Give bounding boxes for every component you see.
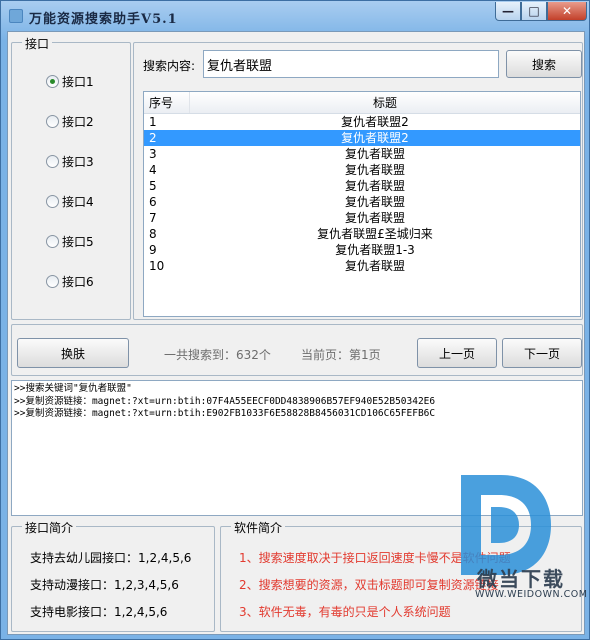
maximize-button[interactable]: □ bbox=[521, 2, 547, 21]
interface-radio[interactable]: 接口2 bbox=[46, 113, 94, 130]
row-title: 复仇者联盟2 bbox=[341, 115, 409, 129]
soft-intro-label: 软件简介 bbox=[231, 519, 286, 536]
row-number: 7 bbox=[149, 211, 157, 225]
header-title[interactable]: 标题 bbox=[190, 92, 580, 113]
row-number: 3 bbox=[149, 147, 157, 161]
search-input[interactable]: 复仇者联盟 bbox=[203, 50, 499, 78]
radio-label: 接口2 bbox=[62, 115, 94, 129]
row-title: 复仇者联盟1-3 bbox=[335, 243, 415, 257]
api-intro-line: 支持去幼儿园接口：1,2,4,5,6 bbox=[30, 551, 192, 565]
row-number: 9 bbox=[149, 243, 157, 257]
radio-label: 接口5 bbox=[62, 235, 94, 249]
interface-group-label: 接口 bbox=[22, 35, 53, 52]
row-number: 5 bbox=[149, 179, 157, 193]
prev-page-button[interactable]: 上一页 bbox=[417, 338, 497, 368]
list-item[interactable]: 2 复仇者联盟2 bbox=[144, 130, 580, 146]
header-no[interactable]: 序号 bbox=[144, 92, 190, 113]
row-number: 4 bbox=[149, 163, 157, 177]
radio-label: 接口4 bbox=[62, 195, 94, 209]
watermark-url: WWW.WEIDOWN.COM bbox=[475, 589, 588, 600]
paging-group: 换肤 一共搜索到：632个 当前页：第1页 上一页 下一页 bbox=[11, 324, 583, 376]
row-title: 复仇者联盟 bbox=[344, 179, 405, 193]
log-line: >>搜索关键词"复仇者联盟" bbox=[14, 383, 132, 394]
list-item[interactable]: 5 复仇者联盟 bbox=[144, 178, 580, 194]
log-line: >>复制资源链接：magnet:?xt=urn:btih:E902FB1033F… bbox=[14, 408, 436, 419]
radio-circle-icon[interactable] bbox=[46, 235, 59, 248]
row-title: 复仇者联盟 bbox=[344, 195, 405, 209]
interface-radio[interactable]: 接口1 bbox=[46, 73, 94, 90]
interface-radio[interactable]: 接口5 bbox=[46, 233, 94, 250]
title-bar[interactable]: 万能资源搜索助手V5.1 — □ ✕ bbox=[1, 1, 589, 31]
row-title: 复仇者联盟 bbox=[344, 163, 405, 177]
row-title: 复仇者联盟£圣城归来 bbox=[317, 227, 433, 241]
app-icon bbox=[9, 9, 23, 23]
close-button[interactable]: ✕ bbox=[547, 2, 587, 21]
log-line: >>复制资源链接：magnet:?xt=urn:btih:07F4A55EECF… bbox=[14, 395, 436, 407]
row-title: 复仇者联盟2 bbox=[341, 131, 409, 145]
row-number: 8 bbox=[149, 227, 157, 241]
interface-radio[interactable]: 接口4 bbox=[46, 193, 94, 210]
list-item[interactable]: 10 复仇者联盟 bbox=[144, 258, 580, 274]
total-count: 一共搜索到：632个 bbox=[164, 348, 271, 362]
list-item[interactable]: 7 复仇者联盟 bbox=[144, 210, 580, 226]
row-number: 2 bbox=[149, 131, 157, 145]
api-intro-line: 支持电影接口：1,2,4,5,6 bbox=[30, 605, 168, 619]
radio-circle-icon[interactable] bbox=[46, 155, 59, 168]
radio-label: 接口1 bbox=[62, 75, 94, 89]
app-window: 万能资源搜索助手V5.1 — □ ✕ 接口 接口1 接口2 接口3 接口4 接口5 接口6… bbox=[0, 0, 590, 640]
list-item[interactable]: 8 复仇者联盟£圣城归来 bbox=[144, 226, 580, 242]
row-title: 复仇者联盟 bbox=[344, 211, 405, 225]
list-item[interactable]: 9 复仇者联盟1-3 bbox=[144, 242, 580, 258]
api-intro-label: 接口简介 bbox=[22, 519, 77, 536]
skin-button[interactable]: 换肤 bbox=[17, 338, 129, 368]
results-list[interactable]: 序号 标题 1 复仇者联盟2 2 复仇者联盟2 3 复仇者联盟 4 复仇者联盟 5 复仇者联盟 6 复… bbox=[143, 91, 581, 317]
search-group: 搜索内容: 复仇者联盟 搜索 序号 标题 1 复仇者联盟2 2 复仇者联盟2 3 复仇者联… bbox=[133, 42, 583, 320]
interface-radio[interactable]: 接口3 bbox=[46, 153, 94, 170]
row-number: 10 bbox=[149, 259, 165, 273]
api-intro-group: 接口简介 支持去幼儿园接口：1,2,4,5,6 支持动漫接口：1,2,3,4,5… bbox=[11, 519, 215, 632]
watermark-text: 微当下载 bbox=[477, 567, 565, 591]
current-page: 当前页：第1页 bbox=[301, 348, 381, 362]
radio-circle-icon[interactable] bbox=[46, 75, 59, 88]
next-page-button[interactable]: 下一页 bbox=[502, 338, 582, 368]
radio-circle-icon[interactable] bbox=[46, 195, 59, 208]
list-item[interactable]: 4 复仇者联盟 bbox=[144, 162, 580, 178]
search-button[interactable]: 搜索 bbox=[506, 50, 582, 78]
row-title: 复仇者联盟 bbox=[344, 147, 405, 161]
row-number: 1 bbox=[149, 115, 157, 129]
interface-group: 接口 接口1 接口2 接口3 接口4 接口5 接口6 bbox=[11, 35, 131, 320]
minimize-button[interactable]: — bbox=[495, 2, 521, 21]
list-item[interactable]: 6 复仇者联盟 bbox=[144, 194, 580, 210]
radio-label: 接口3 bbox=[62, 155, 94, 169]
row-title: 复仇者联盟 bbox=[344, 259, 405, 273]
window-title: 万能资源搜索助手V5.1 bbox=[29, 12, 178, 27]
api-intro-line: 支持动漫接口：1,2,3,4,5,6 bbox=[30, 578, 179, 592]
soft-intro-line: 3、软件无毒，有毒的只是个人系统问题 bbox=[239, 605, 451, 619]
radio-label: 接口6 bbox=[62, 275, 94, 289]
radio-circle-icon[interactable] bbox=[46, 275, 59, 288]
radio-circle-icon[interactable] bbox=[46, 115, 59, 128]
list-item[interactable]: 3 复仇者联盟 bbox=[144, 146, 580, 162]
interface-radio[interactable]: 接口6 bbox=[46, 273, 94, 290]
watermark: 微当下载 WWW.WEIDOWN.COM bbox=[439, 465, 587, 615]
row-number: 6 bbox=[149, 195, 157, 209]
search-label: 搜索内容: bbox=[143, 59, 196, 73]
list-header: 序号 标题 bbox=[144, 92, 580, 114]
list-item[interactable]: 1 复仇者联盟2 bbox=[144, 114, 580, 130]
